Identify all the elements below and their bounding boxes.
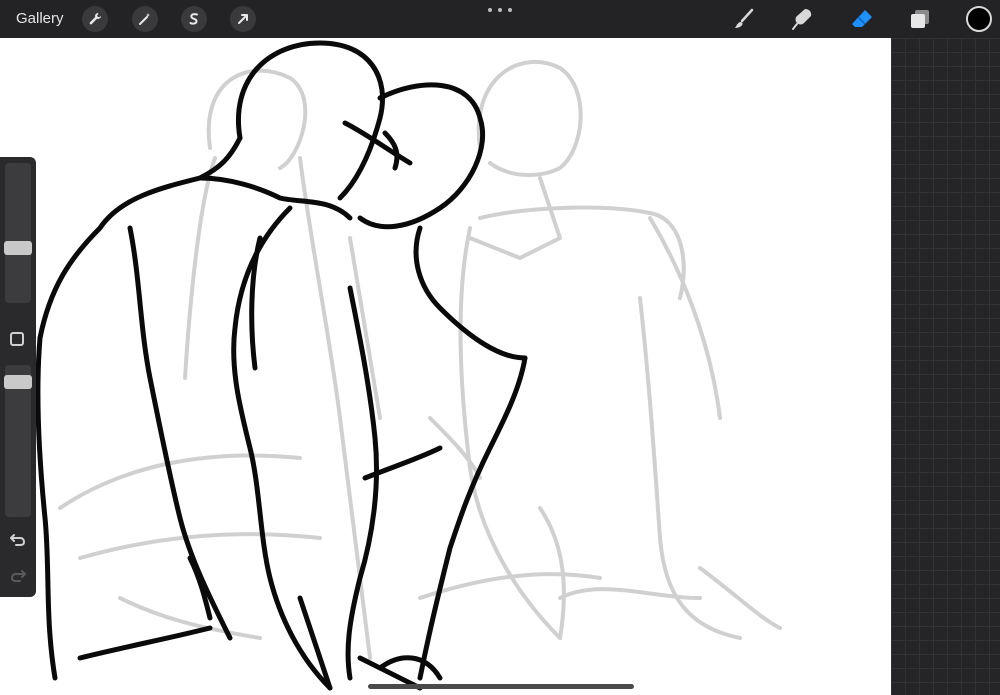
- eraser-icon: [852, 10, 872, 27]
- sidebar: [0, 157, 36, 597]
- more-dots-icon[interactable]: [488, 6, 512, 14]
- eraser-button[interactable]: [848, 6, 876, 32]
- selection-button[interactable]: [181, 6, 207, 32]
- brush-size-slider[interactable]: [5, 163, 31, 303]
- canvas-background-grid: [891, 38, 1000, 695]
- brush-icon: [735, 8, 754, 28]
- actions-button[interactable]: [82, 6, 108, 32]
- transform-button[interactable]: [230, 6, 256, 32]
- color-swatch[interactable]: [966, 6, 992, 32]
- layers-icon: [911, 10, 929, 28]
- home-indicator: [368, 684, 634, 689]
- opacity-thumb[interactable]: [4, 375, 32, 389]
- drawing-canvas[interactable]: [0, 38, 891, 695]
- adjustments-button[interactable]: [132, 6, 158, 32]
- smudge-button[interactable]: [789, 6, 817, 32]
- sketch-artwork: [35, 40, 782, 691]
- brush-size-thumb[interactable]: [4, 241, 32, 255]
- gallery-button[interactable]: Gallery: [16, 10, 64, 27]
- undo-icon[interactable]: [8, 529, 28, 549]
- wrench-icon: [89, 13, 101, 25]
- smudge-icon: [792, 9, 812, 30]
- layers-button[interactable]: [906, 6, 934, 32]
- redo-icon[interactable]: [8, 565, 28, 585]
- top-toolbar: Gallery: [0, 0, 1000, 38]
- brush-button[interactable]: [730, 6, 758, 32]
- selection-s-icon: [189, 13, 198, 25]
- modify-square-icon[interactable]: [10, 332, 24, 346]
- arrow-cursor-icon: [238, 14, 248, 24]
- magic-wand-icon: [139, 13, 150, 25]
